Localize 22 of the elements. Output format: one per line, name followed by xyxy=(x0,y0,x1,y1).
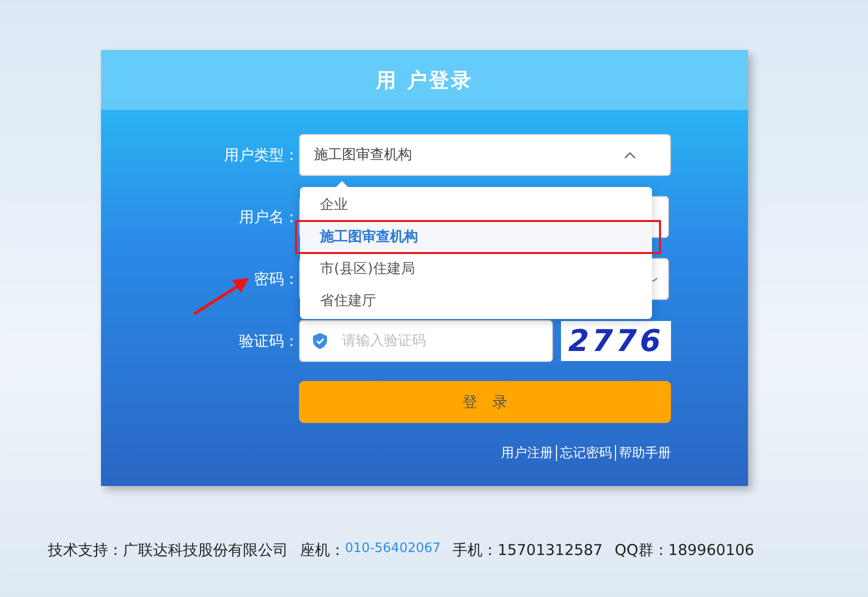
field-label: 用户名： xyxy=(239,208,299,226)
footer-link[interactable]: 帮助手册 xyxy=(619,444,671,462)
phone-link[interactable]: 010-56402067 xyxy=(345,541,441,560)
dropdown-option[interactable]: 省住建厅 xyxy=(300,287,652,315)
footer-text: 手机：15701312587 xyxy=(452,541,603,560)
login-button[interactable]: 登 录 xyxy=(299,381,671,423)
dropdown-option[interactable]: 施工图审查机构 xyxy=(300,223,652,251)
shield-check-icon xyxy=(313,333,327,349)
footer-text: 座机： xyxy=(300,541,345,560)
footer-link[interactable]: 忘记密码 xyxy=(560,444,612,462)
captcha-image[interactable]: 2776 xyxy=(561,321,671,361)
dropdown-option[interactable]: 企业 xyxy=(300,191,652,219)
footer-text: QQ群：189960106 xyxy=(614,541,754,560)
login-title: 用 户登录 xyxy=(376,66,473,94)
field-label: 用户类型： xyxy=(224,146,299,164)
footer-link[interactable]: 用户注册 xyxy=(501,444,553,462)
user-type-select[interactable]: 施工图审查机构 xyxy=(299,134,671,176)
footer-text: 技术支持：广联达科技股份有限公司 xyxy=(48,541,288,560)
field-label: 密码： xyxy=(254,270,299,288)
field-label: 验证码： xyxy=(239,332,299,350)
captcha-field[interactable]: 请输入验证码 xyxy=(299,320,553,362)
dropdown-option[interactable]: 市(县区)住建局 xyxy=(300,255,652,283)
